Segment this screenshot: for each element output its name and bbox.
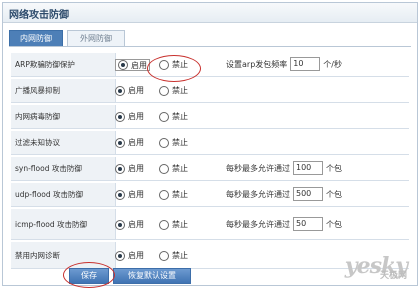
row-label: ARP欺骗防御保护 (11, 53, 116, 76)
syn-flood-limit-input[interactable]: 100 (293, 161, 323, 175)
disable-radio[interactable]: 禁止 (159, 250, 188, 261)
icmp-flood-limit-setting: 每秒最多允许通过 50 个包 (226, 217, 342, 231)
table-row: 广播风暴抑制 启用 禁止 (11, 79, 409, 103)
restore-defaults-button[interactable]: 恢复默认设置 (113, 268, 191, 284)
disable-radio[interactable]: 禁止 (159, 163, 188, 174)
radio-checked-icon (115, 137, 125, 148)
icmp-flood-limit-input[interactable]: 50 (293, 217, 323, 231)
disable-radio[interactable]: 禁止 (159, 219, 188, 230)
disable-radio[interactable]: 禁止 (159, 111, 188, 122)
setting-prefix: 设置arp发包频率 (226, 59, 288, 69)
row-label: 广播风暴抑制 (11, 79, 116, 102)
table-row: 过滤未知协议 启用 禁止 (11, 131, 409, 155)
setting-suffix: 个包 (326, 163, 342, 173)
panel-header: 网络攻击防御 (3, 3, 417, 23)
radio-label: 启用 (128, 86, 144, 95)
radio-unchecked-icon (159, 85, 169, 96)
setting-prefix: 每秒最多允许通过 (226, 219, 290, 229)
radio-label: 启用 (128, 251, 144, 260)
setting-prefix: 每秒最多允许通过 (226, 189, 290, 199)
tab-external-defense[interactable]: 外网防御 (67, 30, 125, 47)
radio-unchecked-icon (159, 219, 169, 230)
setting-suffix: 个包 (326, 189, 342, 199)
row-label: udp-flood 攻击防御 (11, 183, 116, 206)
page-title: 网络攻击防御 (9, 10, 69, 21)
radio-label: 禁止 (172, 138, 188, 147)
radio-checked-icon (118, 60, 128, 70)
radio-unchecked-icon (159, 137, 169, 148)
row-label: 过滤未知协议 (11, 131, 116, 154)
enable-radio[interactable]: 启用 (115, 163, 144, 174)
disable-radio[interactable]: 禁止 (159, 189, 188, 200)
enable-radio[interactable]: 启用 (115, 111, 144, 122)
radio-unchecked-icon (159, 189, 169, 200)
udp-flood-limit-input[interactable]: 500 (293, 187, 323, 201)
tab-internal-defense[interactable]: 内网防御 (9, 30, 63, 47)
radio-unchecked-icon (159, 163, 169, 174)
radio-checked-icon (115, 85, 125, 96)
disable-radio[interactable]: 禁止 (159, 85, 188, 96)
table-row: syn-flood 攻击防御 启用 禁止 每秒最多允许通过 100 个包 (11, 157, 409, 181)
enable-radio[interactable]: 启用 (115, 137, 144, 148)
row-label: 禁用内网诊断 (11, 242, 116, 268)
syn-flood-limit-setting: 每秒最多允许通过 100 个包 (226, 161, 342, 175)
udp-flood-limit-setting: 每秒最多允许通过 500 个包 (226, 187, 342, 201)
arp-rate-input[interactable]: 10 (290, 57, 321, 71)
save-button[interactable]: 保存 (69, 268, 109, 284)
radio-label: 启用 (128, 164, 144, 173)
disable-radio[interactable]: 禁止 (159, 59, 188, 70)
setting-suffix: 个包 (326, 219, 342, 229)
enable-radio[interactable]: 启用 (115, 219, 144, 230)
disable-radio[interactable]: 禁止 (159, 137, 188, 148)
radio-label: 禁止 (172, 220, 188, 229)
enable-radio[interactable]: 启用 (115, 85, 144, 96)
table-row: ARP欺骗防御保护 启用 禁止 设置arp发包频率 10 个/秒 (11, 53, 409, 77)
radio-checked-icon (115, 250, 125, 261)
enable-radio[interactable]: 启用 (115, 189, 144, 200)
watermark-logo: yesky 天极网 (345, 253, 408, 281)
radio-unchecked-icon (159, 111, 169, 122)
watermark-subtext: 天极网 (379, 271, 407, 281)
row-label: icmp-flood 攻击防御 (11, 209, 116, 239)
setting-suffix: 个/秒 (323, 59, 342, 69)
table-row: icmp-flood 攻击防御 启用 禁止 每秒最多允许通过 50 个包 (11, 209, 409, 240)
radio-checked-icon (115, 111, 125, 122)
radio-checked-icon (115, 163, 125, 174)
radio-label: 禁止 (172, 60, 188, 69)
row-label: syn-flood 攻击防御 (11, 157, 116, 180)
radio-label: 启用 (131, 60, 147, 70)
radio-label: 启用 (128, 220, 144, 229)
radio-label: 启用 (128, 190, 144, 199)
radio-label: 禁止 (172, 190, 188, 199)
radio-checked-icon (115, 219, 125, 230)
setting-prefix: 每秒最多允许通过 (226, 163, 290, 173)
table-row: udp-flood 攻击防御 启用 禁止 每秒最多允许通过 500 个包 (11, 183, 409, 207)
radio-checked-icon (115, 189, 125, 200)
tab-divider (9, 46, 411, 47)
radio-label: 禁止 (172, 164, 188, 173)
radio-unchecked-icon (159, 59, 169, 70)
row-label: 内网病毒防御 (11, 105, 116, 128)
table-row: 内网病毒防御 启用 禁止 (11, 105, 409, 129)
arp-rate-setting: 设置arp发包频率 10 个/秒 (226, 57, 342, 71)
enable-radio[interactable]: 启用 (115, 59, 150, 71)
enable-radio[interactable]: 启用 (115, 250, 144, 261)
radio-label: 禁止 (172, 251, 188, 260)
radio-unchecked-icon (159, 250, 169, 261)
radio-label: 启用 (128, 112, 144, 121)
radio-label: 启用 (128, 138, 144, 147)
settings-panel: 网络攻击防御 内网防御 外网防御 ARP欺骗防御保护 启用 禁止 设置arp发包… (2, 2, 418, 288)
radio-label: 禁止 (172, 112, 188, 121)
radio-label: 禁止 (172, 86, 188, 95)
